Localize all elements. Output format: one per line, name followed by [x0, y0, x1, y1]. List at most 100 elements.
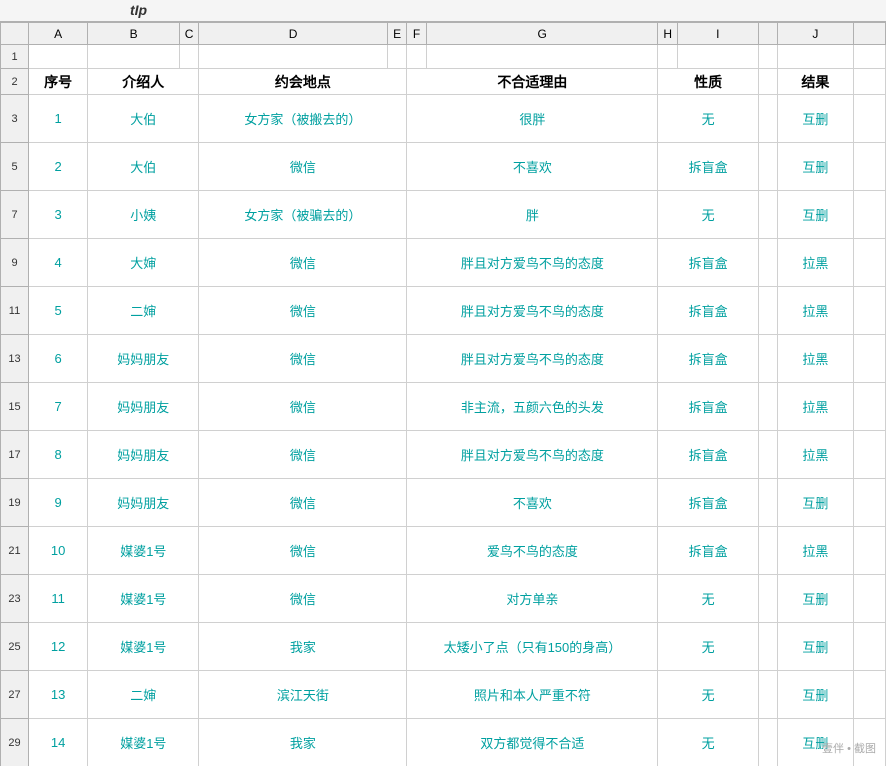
cell-nature: 拆盲盒	[658, 479, 758, 527]
header-location: 约会地点	[199, 69, 407, 95]
cell-nature: 无	[658, 719, 758, 766]
cell-nature: 无	[658, 623, 758, 671]
cell-nature: 拆盲盒	[658, 383, 758, 431]
cell	[179, 45, 198, 69]
table-row: 199妈妈朋友微信不喜欢拆盲盒互删	[1, 479, 886, 503]
cell-nature: 拆盲盒	[658, 143, 758, 191]
cell-seqno: 3	[29, 191, 88, 239]
cell	[29, 45, 88, 69]
cell	[758, 191, 777, 239]
cell-seqno: 13	[29, 671, 88, 719]
cell-seqno: 4	[29, 239, 88, 287]
cell-location: 女方家（被骗去的）	[199, 191, 407, 239]
cell	[853, 671, 885, 719]
col-header-F: F	[407, 23, 426, 45]
cell	[853, 45, 885, 69]
cell-reason: 非主流，五颜六色的头发	[407, 383, 658, 431]
cell-intro: 媒婆1号	[88, 719, 199, 766]
table-row: 2110媒婆1号微信爱鸟不鸟的态度拆盲盒拉黑	[1, 527, 886, 551]
cell-intro: 妈妈朋友	[88, 431, 199, 479]
cell	[426, 45, 658, 69]
cell-reason: 双方都觉得不合适	[407, 719, 658, 766]
cell	[853, 479, 885, 527]
cell	[853, 431, 885, 479]
cell-nature: 拆盲盒	[658, 431, 758, 479]
cell-reason: 不喜欢	[407, 143, 658, 191]
cell	[387, 45, 406, 69]
cell	[758, 527, 777, 575]
table-row: 2914媒婆1号我家双方都觉得不合适无互删	[1, 719, 886, 743]
cell-reason: 照片和本人严重不符	[407, 671, 658, 719]
cell-nature: 无	[658, 95, 758, 143]
cell	[853, 69, 885, 95]
cell	[853, 719, 885, 766]
cell-location: 滨江天街	[199, 671, 407, 719]
corner-header	[1, 23, 29, 45]
cell-location: 微信	[199, 527, 407, 575]
tip-text: tIp	[130, 2, 147, 18]
cell	[88, 45, 180, 69]
col-header-H: H	[658, 23, 677, 45]
cell-intro: 媒婆1号	[88, 527, 199, 575]
table-row: 2713二婶滨江天街照片和本人严重不符无互删	[1, 671, 886, 695]
row-number: 1	[1, 45, 29, 69]
cell-location: 微信	[199, 287, 407, 335]
col-header-extra	[853, 23, 885, 45]
cell-result: 互删	[778, 95, 853, 143]
cell-result: 互删	[778, 575, 853, 623]
cell	[758, 575, 777, 623]
header-result: 结果	[778, 69, 853, 95]
table-row: 157妈妈朋友微信非主流，五颜六色的头发拆盲盒拉黑	[1, 383, 886, 407]
row-number: 3	[1, 95, 29, 143]
cell-seqno: 6	[29, 335, 88, 383]
cell-intro: 媒婆1号	[88, 623, 199, 671]
col-header-B: B	[88, 23, 180, 45]
cell-seqno: 7	[29, 383, 88, 431]
header-nature: 性质	[658, 69, 758, 95]
col-header-G: G	[426, 23, 658, 45]
cell-nature: 拆盲盒	[658, 527, 758, 575]
row-number: 27	[1, 671, 29, 719]
table-row: 94大婶微信胖且对方爱鸟不鸟的态度拆盲盒拉黑	[1, 239, 886, 263]
cell	[758, 479, 777, 527]
cell-seqno: 2	[29, 143, 88, 191]
cell-location: 微信	[199, 239, 407, 287]
cell-location: 我家	[199, 719, 407, 766]
cell	[758, 239, 777, 287]
row-number: 9	[1, 239, 29, 287]
header-seqno: 序号	[29, 69, 88, 95]
cell-nature: 拆盲盒	[658, 239, 758, 287]
cell	[853, 575, 885, 623]
cell	[853, 335, 885, 383]
cell-reason: 胖且对方爱鸟不鸟的态度	[407, 287, 658, 335]
cell-result: 互删	[778, 671, 853, 719]
cell-nature: 拆盲盒	[658, 287, 758, 335]
cell	[853, 623, 885, 671]
row-number: 21	[1, 527, 29, 575]
cell-nature: 无	[658, 191, 758, 239]
col-header-J: J	[778, 23, 853, 45]
cell-result: 拉黑	[778, 239, 853, 287]
row-number: 13	[1, 335, 29, 383]
cell-reason: 太矮小了点（只有150的身高）	[407, 623, 658, 671]
cell-intro: 大伯	[88, 95, 199, 143]
cell-location: 微信	[199, 575, 407, 623]
cell-result: 拉黑	[778, 431, 853, 479]
table-row: 178妈妈朋友微信胖且对方爱鸟不鸟的态度拆盲盒拉黑	[1, 431, 886, 455]
col-header-J-sep	[758, 23, 777, 45]
cell-nature: 无	[658, 575, 758, 623]
cell-intro: 大伯	[88, 143, 199, 191]
row-number: 11	[1, 287, 29, 335]
cell	[853, 143, 885, 191]
cell-location: 我家	[199, 623, 407, 671]
cell	[758, 719, 777, 766]
cell	[853, 95, 885, 143]
cell-result: 互删	[778, 719, 853, 766]
col-header-A: A	[29, 23, 88, 45]
cell	[758, 95, 777, 143]
cell	[758, 383, 777, 431]
row-number: 29	[1, 719, 29, 766]
col-header-C: C	[179, 23, 198, 45]
cell-seqno: 12	[29, 623, 88, 671]
cell	[853, 287, 885, 335]
